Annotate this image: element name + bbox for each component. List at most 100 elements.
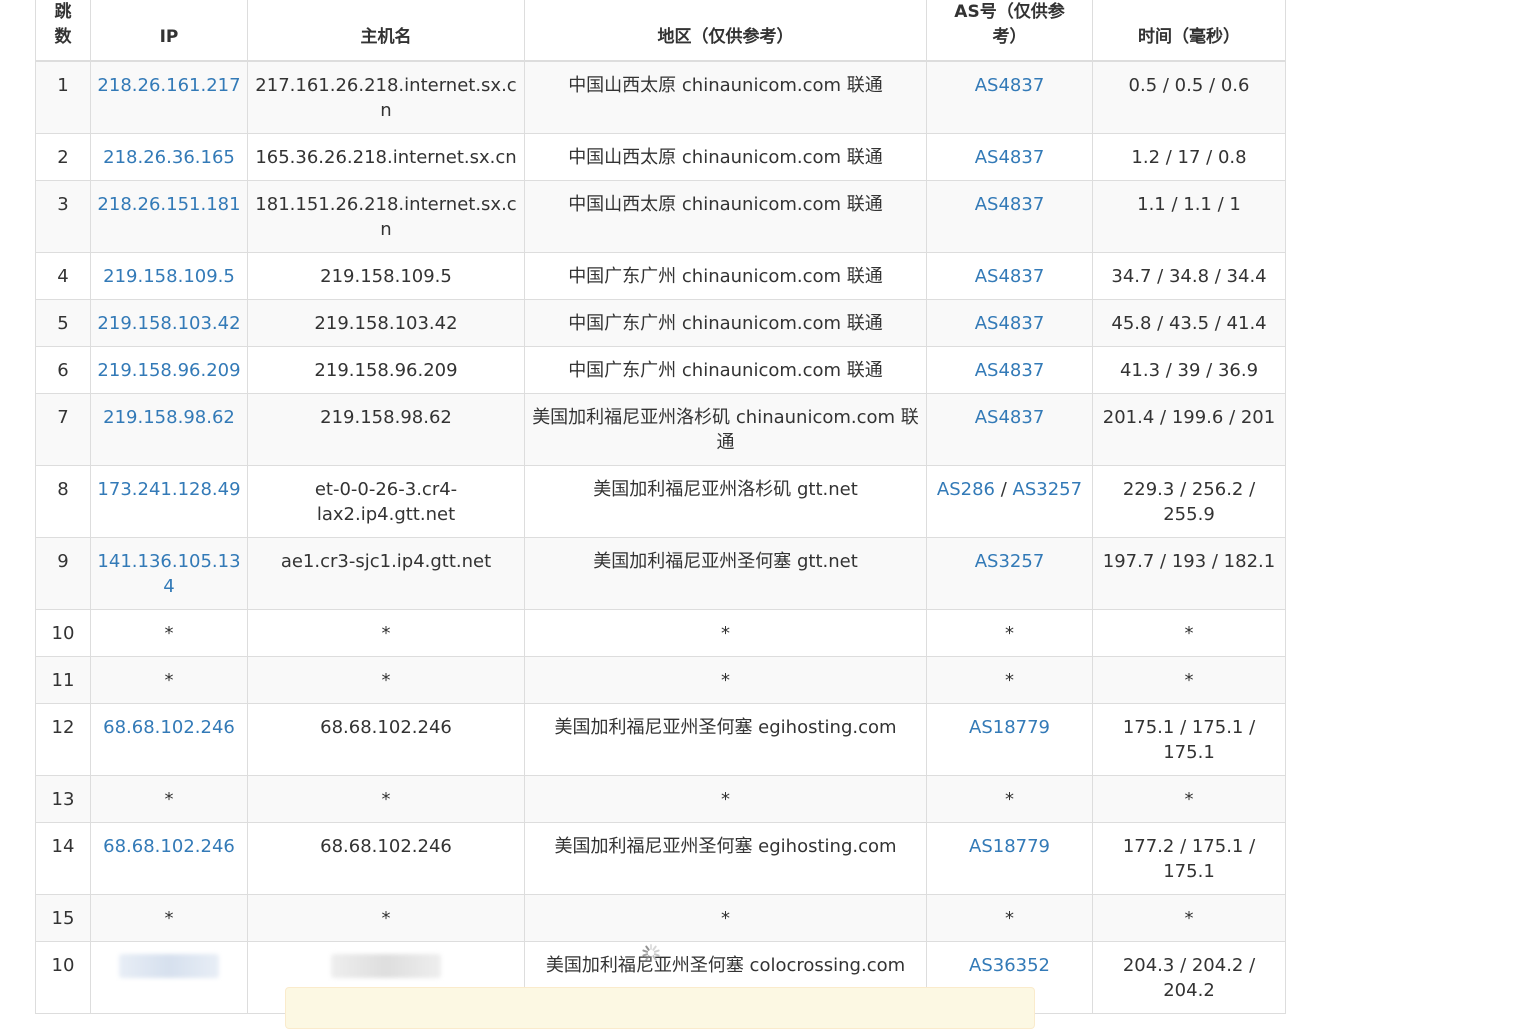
region-cell: 中国山西太原 chinaunicom.com 联通 [524,133,927,181]
asn-cell: * [926,775,1093,823]
hop-cell: 6 [35,346,91,394]
time-cell-text: * [1184,670,1194,691]
time-cell: 1.1 / 1.1 / 1 [1092,180,1286,253]
ip-cell: 141.136.105.134 [90,537,248,610]
hop-cell-text: 10 [51,623,75,644]
asn-cell: * [926,656,1093,704]
hostname-cell: 68.68.102.246 [247,822,525,895]
hostname-cell-text: * [381,623,391,644]
region-cell-text: 美国加利福尼亚州圣何塞 egihosting.com [554,717,897,738]
hop-cell: 7 [35,393,91,466]
ip-cell-text[interactable]: 219.158.109.5 [103,266,235,287]
asn-link[interactable]: AS3257 [1013,479,1083,500]
region-cell-text: * [721,789,730,810]
asn-link[interactable]: AS4837 [975,266,1045,287]
hop-cell-text: 10 [51,955,75,976]
table-row: 5 219.158.103.42 219.158.103.42 中国广东广州 chin… [35,299,1286,347]
asn-link[interactable]: AS4837 [975,194,1045,215]
ip-cell: 68.68.102.246 [90,822,248,895]
hostname-cell-text: 219.158.98.62 [320,407,452,428]
asn-link[interactable]: AS4837 [975,75,1045,96]
asn-cell-text: * [1005,623,1014,644]
region-cell-text: * [721,908,730,929]
ip-cell: * [90,609,248,657]
region-cell-text: 中国山西太原 chinaunicom.com 联通 [568,147,883,168]
region-cell-text: 美国加利福尼亚州圣何塞 colocrossing.com [545,955,906,976]
time-cell: 201.4 / 199.6 / 201 [1092,393,1286,466]
ip-cell-text: * [164,670,174,691]
time-cell-text: 177.2 / 175.1 / 175.1 [1122,836,1256,882]
ip-cell: 219.158.109.5 [90,252,248,300]
time-cell-text: 1.2 / 17 / 0.8 [1131,147,1247,168]
asn-link[interactable]: AS4837 [975,313,1045,334]
table-row: 13 * * * * * [35,775,1286,823]
hop-cell-text: 12 [51,717,75,738]
ip-cell-text[interactable]: 219.158.96.209 [97,360,240,381]
header-region: 地区（仅供参考） [524,0,927,62]
table-row: 2 218.26.36.165 165.36.26.218.internet.sx.… [35,133,1286,181]
table-row: 3 218.26.151.181 181.151.26.218.internet.s… [35,180,1286,253]
hop-cell-text: 6 [57,360,69,381]
ip-cell-text[interactable]: 173.241.128.49 [97,479,240,500]
asn-link[interactable]: AS4837 [975,407,1045,428]
asn-cell: AS286 / AS3257 [926,465,1093,538]
asn-link[interactable]: AS18779 [969,717,1050,738]
table-body: 1 218.26.161.217 217.161.26.218.internet.s… [35,60,1286,1014]
header-asn: AS号（仅供参考） [926,0,1093,62]
ip-cell: * [90,894,248,942]
ip-cell-text[interactable]: 141.136.105.134 [97,551,240,597]
region-cell-text: 中国山西太原 chinaunicom.com 联通 [568,194,883,215]
notice-banner [285,987,1035,1029]
ip-cell-text[interactable]: 68.68.102.246 [103,717,235,738]
region-cell: * [524,656,927,704]
region-cell-text: 中国广东广州 chinaunicom.com 联通 [568,360,883,381]
time-cell: 175.1 / 175.1 / 175.1 [1092,703,1286,776]
table-row: 12 68.68.102.246 68.68.102.246 美国加利福尼亚州圣何塞 … [35,703,1286,776]
hop-cell-text: 15 [51,908,75,929]
region-cell: * [524,609,927,657]
ip-cell: 219.158.96.209 [90,346,248,394]
time-cell: 197.7 / 193 / 182.1 [1092,537,1286,610]
asn-cell: AS3257 [926,537,1093,610]
asn-link[interactable]: AS18779 [969,836,1050,857]
ip-cell: * [90,656,248,704]
asn-link[interactable]: AS4837 [975,360,1045,381]
region-cell: * [524,894,927,942]
ip-cell-text[interactable]: 219.158.98.62 [103,407,235,428]
asn-link[interactable]: AS286 [937,479,995,500]
hostname-cell-text: 219.158.96.209 [314,360,458,381]
region-cell-text: * [721,670,730,691]
hostname-cell: et-0-0-26-3.cr4-lax2.ip4.gtt.net [247,465,525,538]
ip-cell-text[interactable]: 218.26.36.165 [103,147,235,168]
asn-link[interactable]: AS36352 [969,955,1050,976]
hostname-cell: * [247,609,525,657]
hostname-cell: 217.161.26.218.internet.sx.cn [247,60,525,134]
ip-cell-text[interactable]: 68.68.102.246 [103,836,235,857]
ip-cell-text[interactable]: 218.26.151.181 [97,194,240,215]
ip-cell-text: * [164,789,174,810]
ip-cell-text[interactable]: 219.158.103.42 [97,313,240,334]
hop-cell: 15 [35,894,91,942]
header-ip: IP [90,0,248,62]
table-row: 7 219.158.98.62 219.158.98.62 美国加利福尼亚州洛杉矶 c… [35,393,1286,466]
time-cell: * [1092,894,1286,942]
region-cell: 中国山西太原 chinaunicom.com 联通 [524,180,927,253]
hostname-cell-text: 181.151.26.218.internet.sx.cn [255,194,517,240]
region-cell-text: 中国广东广州 chinaunicom.com 联通 [568,313,883,334]
redacted-ip [119,954,219,978]
asn-link[interactable]: AS3257 [975,551,1045,572]
hostname-cell: ae1.cr3-sjc1.ip4.gtt.net [247,537,525,610]
time-cell-text: 204.3 / 204.2 / 204.2 [1122,955,1256,1001]
hop-cell-text: 1 [57,75,69,96]
hostname-cell-text: et-0-0-26-3.cr4-lax2.ip4.gtt.net [314,479,458,525]
table-row: 8 173.241.128.49 et-0-0-26-3.cr4-lax2.ip4.… [35,465,1286,538]
time-cell-text: 201.4 / 199.6 / 201 [1102,407,1276,428]
hostname-cell-text: 68.68.102.246 [320,717,452,738]
hostname-cell-text: * [381,670,391,691]
ip-cell: 219.158.103.42 [90,299,248,347]
ip-cell-text[interactable]: 218.26.161.217 [97,75,240,96]
region-cell: 中国山西太原 chinaunicom.com 联通 [524,60,927,134]
region-cell-text: 中国山西太原 chinaunicom.com 联通 [568,75,883,96]
asn-link[interactable]: AS4837 [975,147,1045,168]
hop-cell: 11 [35,656,91,704]
